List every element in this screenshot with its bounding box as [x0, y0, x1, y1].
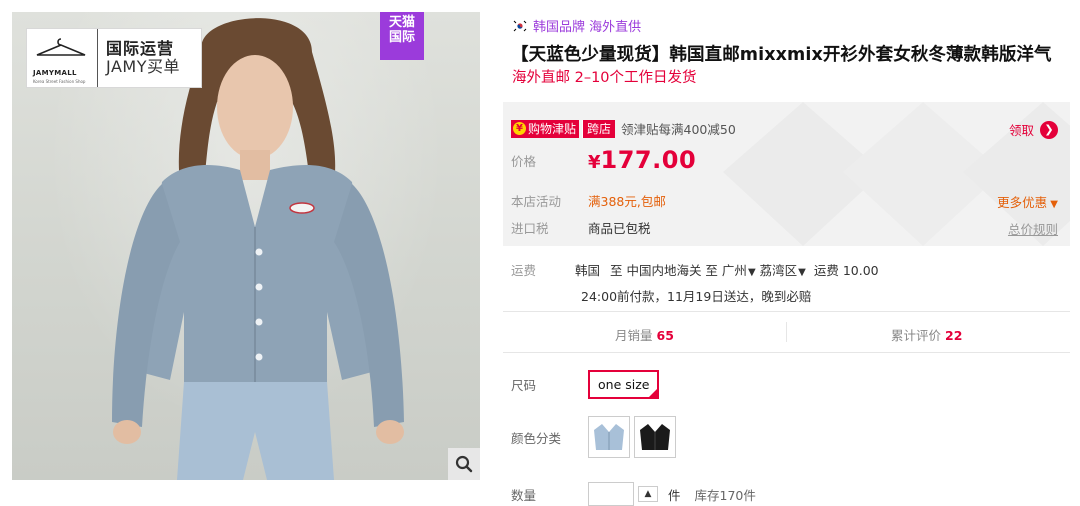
tax-row: 进口税 商品已包税	[511, 218, 651, 237]
activity-row: 本店活动 满388元,包邮	[511, 191, 666, 210]
tmall-badge-line1: 天猫	[388, 15, 415, 30]
review-count[interactable]: 累计评价 22	[891, 325, 962, 344]
origin-line: 韩国品牌 海外直供	[513, 16, 641, 35]
quantity-label: 数量	[511, 487, 537, 503]
korea-flag-icon	[513, 19, 527, 32]
shipping-row: 运费 韩国 至 中国内地海关 至 广州▼ 荔湾区▼ 运费 10.00 24:00前…	[511, 260, 879, 304]
stock-count: 库存170件	[694, 487, 756, 503]
city-select[interactable]: 广州▼	[722, 263, 760, 278]
monthly-sales-label: 月销量	[615, 328, 653, 343]
price-value: 177.00	[600, 146, 697, 174]
jintie-tag: ¥ 购物津贴	[511, 119, 580, 138]
quantity-input[interactable]	[588, 482, 634, 506]
promo-panel: ¥ 购物津贴 跨店 领津贴每满400减50 领取 ❯ 价格 ¥177.00 本店…	[503, 102, 1070, 246]
tax-value: 商品已包税	[588, 221, 651, 236]
review-count-value: 22	[945, 328, 963, 343]
jintie-row: ¥ 购物津贴 跨店 领津贴每满400减50	[511, 119, 736, 138]
tax-rule-link[interactable]: 总价规则	[1008, 219, 1058, 238]
shipping-label: 运费	[511, 263, 537, 278]
chevron-down-icon: ▼	[747, 267, 756, 278]
chevron-right-icon: ❯	[1040, 120, 1058, 139]
price-row: 价格 ¥177.00	[511, 146, 696, 174]
product-main-image[interactable]: JAMYMALL Korea Street Fashion Shop 国际运营 …	[12, 12, 480, 480]
city-value: 广州	[721, 263, 747, 278]
color-label: 颜色分类	[511, 430, 562, 446]
black-cardigan-thumbnail	[640, 424, 670, 450]
price-currency: ¥	[588, 152, 601, 173]
kuadian-tag: 跨店	[582, 119, 616, 138]
price: ¥177.00	[588, 146, 696, 174]
district-value: 荔湾区	[759, 263, 798, 278]
product-subtitle: 海外直邮 2–10个工作日发货	[512, 70, 697, 86]
delivery-promise: 24:00前付款，11月19日送达，晚到必赔	[581, 289, 812, 304]
monthly-sales: 月销量 65	[615, 325, 674, 344]
color-row: 颜色分类	[511, 416, 680, 458]
size-row: 尺码 one size	[511, 370, 660, 399]
chevron-down-icon: ▼	[798, 267, 806, 278]
chevron-down-icon: ▼	[1047, 199, 1058, 210]
shipping-from: 韩国	[574, 263, 600, 278]
brand-logo: JAMYMALL Korea Street Fashion Shop	[27, 29, 98, 87]
brand-badge-line2: JAMY买单	[106, 57, 180, 76]
hanger-icon	[36, 38, 86, 56]
quantity-unit: 件	[668, 487, 681, 503]
claim-button[interactable]: 领取 ❯	[1009, 120, 1058, 139]
selected-check-icon	[647, 387, 660, 399]
more-deals-button[interactable]: 更多优惠 ▼	[997, 192, 1058, 211]
size-option-label: one size	[598, 377, 650, 392]
zoom-button[interactable]	[448, 448, 480, 480]
brand-logo-subtext: Korea Street Fashion Shop	[33, 79, 86, 84]
brand-badge: JAMYMALL Korea Street Fashion Shop 国际运营 …	[26, 28, 202, 88]
divider	[503, 352, 1070, 353]
shipping-fee: 运费 10.00	[813, 263, 879, 278]
color-swatch-blue[interactable]	[588, 416, 630, 458]
product-title: 【天蓝色少量现货】韩国直邮mixxmix开衫外套女秋冬薄款韩版洋气	[511, 45, 1052, 65]
coin-icon: ¥	[513, 122, 526, 135]
size-option-selected[interactable]: one size	[588, 370, 660, 399]
quantity-increase-button[interactable]: ▲	[638, 486, 658, 502]
stats-row: 月销量 65 累计评价 22	[503, 322, 1070, 344]
claim-label: 领取	[1008, 123, 1034, 138]
tmall-global-badge: 天猫 国际	[380, 12, 424, 60]
brand-badge-line1: 国际运营	[106, 38, 175, 58]
quantity-row: 数量 ▲ 件 库存170件	[511, 482, 756, 506]
review-count-label: 累计评价	[891, 328, 942, 343]
monthly-sales-value: 65	[656, 328, 674, 343]
shipping-to-label: 至 中国内地海关 至	[609, 263, 718, 278]
origin-text[interactable]: 韩国品牌 海外直供	[533, 16, 641, 35]
activity-label: 本店活动	[511, 194, 562, 209]
activity-value: 满388元,包邮	[588, 194, 666, 209]
tmall-badge-line2: 国际	[388, 30, 415, 45]
size-label: 尺码	[511, 378, 537, 393]
jintie-rule: 领津贴每满400减50	[621, 122, 736, 137]
price-label: 价格	[511, 153, 537, 169]
divider	[503, 311, 1070, 312]
brand-logo-text: JAMYMALL	[33, 69, 77, 77]
stats-separator	[786, 322, 787, 342]
more-deals-label: 更多优惠	[997, 195, 1048, 210]
color-swatch-black[interactable]	[634, 416, 676, 458]
jintie-tag-label: 购物津贴	[528, 122, 577, 136]
search-icon	[455, 455, 473, 473]
tax-label: 进口税	[511, 221, 549, 236]
blue-cardigan-thumbnail	[594, 424, 624, 450]
district-select[interactable]: 荔湾区▼	[760, 263, 810, 278]
